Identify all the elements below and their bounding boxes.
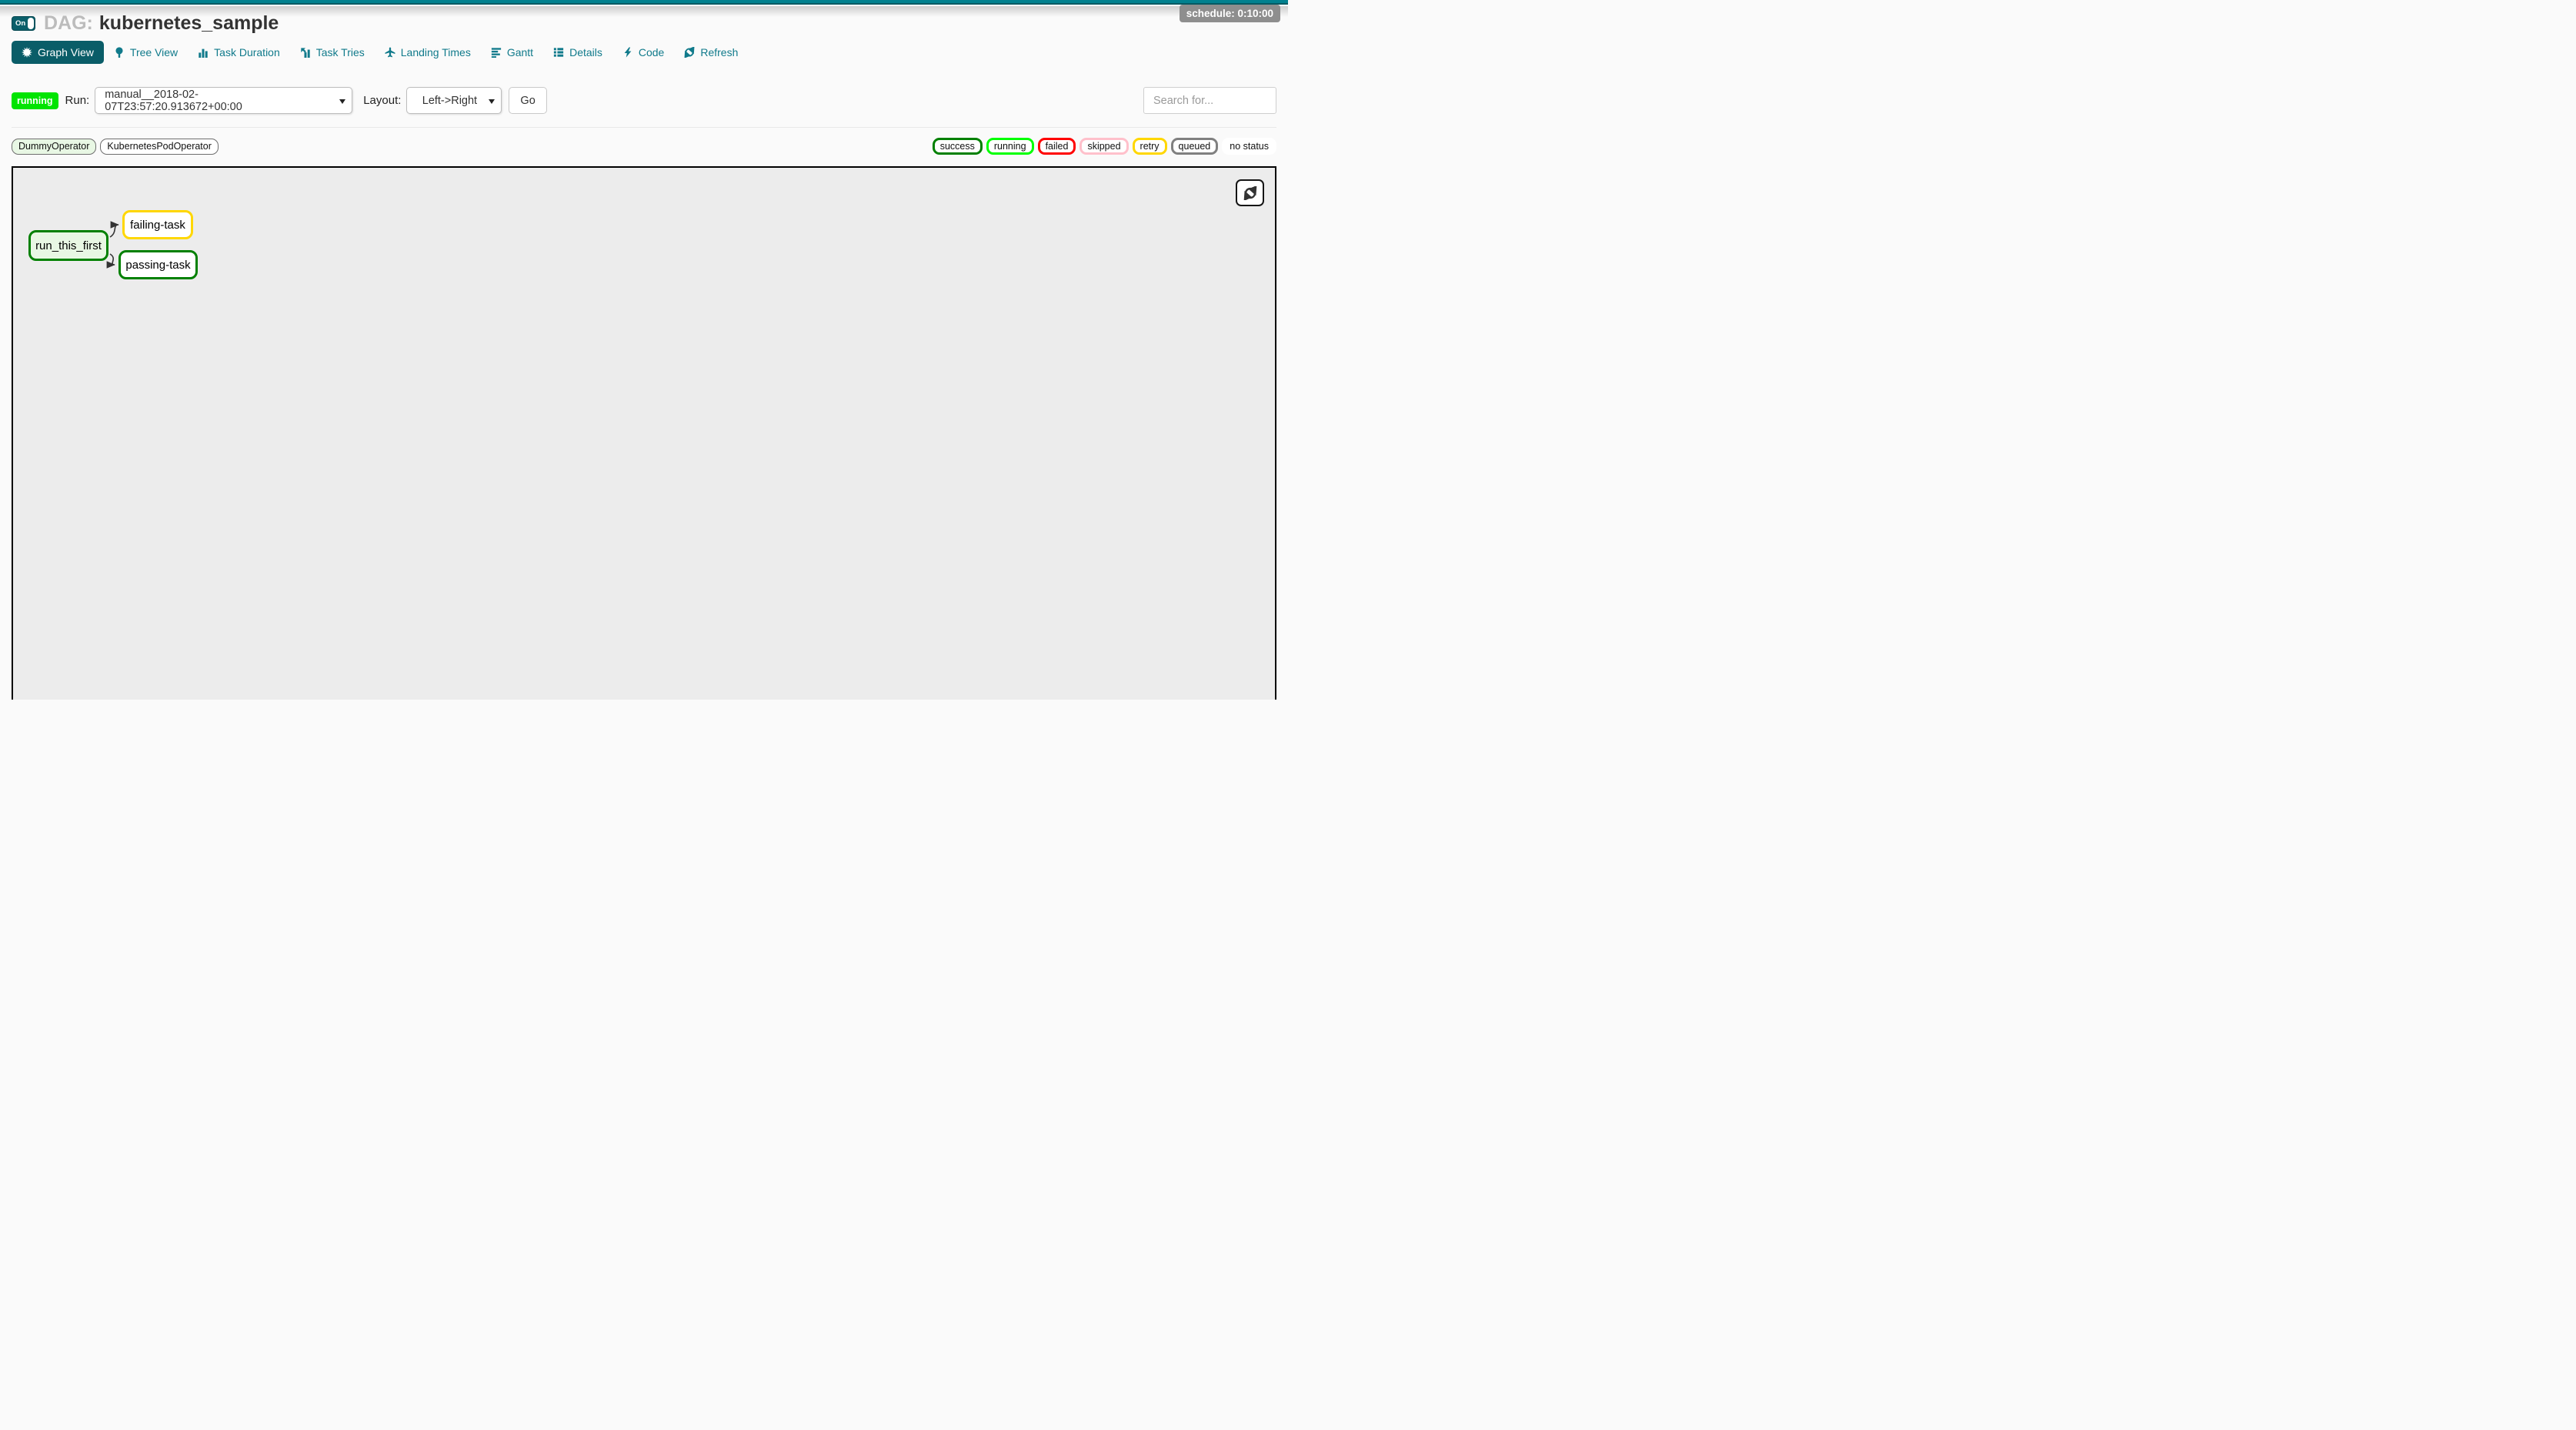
tab-label: Graph View: [38, 47, 94, 58]
tab-gantt[interactable]: Gantt: [481, 41, 543, 64]
graph-refresh-button[interactable]: [1236, 179, 1264, 206]
graph-view-icon: [22, 47, 32, 58]
dag-on-toggle[interactable]: On: [12, 16, 35, 31]
tab-label: Code: [639, 47, 664, 58]
layout-select[interactable]: Left->Right: [406, 87, 502, 114]
tab-label: Task Duration: [214, 47, 280, 58]
chevron-down-icon: [339, 99, 345, 104]
state-pill-failed: failed: [1038, 138, 1076, 155]
go-button[interactable]: Go: [509, 87, 546, 114]
operator-pill-kubernetespodoperator: KubernetesPodOperator: [100, 139, 219, 155]
state-pill-running: running: [986, 138, 1034, 155]
graph-canvas: run_this_first failing-task passing-task: [12, 166, 1276, 700]
chevron-down-icon: [489, 99, 495, 104]
tab-tree-view[interactable]: Tree View: [104, 41, 188, 64]
legend-row: DummyOperatorKubernetesPodOperator succe…: [12, 138, 1276, 155]
state-pill-success: success: [933, 138, 983, 155]
tab-landing-times[interactable]: Landing Times: [375, 41, 481, 64]
tree-icon: [114, 47, 125, 58]
run-select-value: manual__2018-02-07T23:57:20.913672+00:00: [105, 89, 333, 113]
run-label: Run:: [65, 94, 90, 107]
tab-code[interactable]: Code: [612, 41, 674, 64]
edge-run_this_first-to-passing-task: [110, 254, 115, 265]
tab-task-tries[interactable]: Task Tries: [290, 41, 375, 64]
controls-row: running Run: manual__2018-02-07T23:57:20…: [12, 87, 1276, 114]
search-input[interactable]: [1143, 87, 1276, 114]
layout-select-value: Left->Right: [422, 95, 477, 107]
tab-label: Gantt: [507, 47, 533, 58]
graph-edges: [13, 168, 1276, 700]
state-pill-queued: queued: [1171, 138, 1219, 155]
tab-label: Task Tries: [316, 47, 365, 58]
run-status-badge: running: [12, 92, 58, 109]
divider: [12, 127, 1276, 128]
state-legend: successrunningfailedskipped retryqueuedno…: [933, 138, 1276, 155]
topbar-shadow: [0, 6, 1288, 17]
node-passing-task[interactable]: passing-task: [118, 250, 198, 279]
run-select[interactable]: manual__2018-02-07T23:57:20.913672+00:00: [95, 87, 352, 114]
node-run_this_first[interactable]: run_this_first: [28, 230, 108, 261]
tab-label: Tree View: [130, 47, 178, 58]
tries-chart-icon: [300, 47, 311, 58]
state-pill-skipped: skipped: [1079, 138, 1128, 155]
tab-graph-view[interactable]: Graph View: [12, 41, 104, 64]
plane-icon: [385, 47, 395, 58]
tab-label: Refresh: [700, 47, 738, 58]
operator-legend: DummyOperatorKubernetesPodOperator: [12, 139, 219, 155]
state-pill-retry: retry: [1133, 138, 1167, 155]
operator-pill-dummyoperator: DummyOperator: [12, 139, 96, 155]
tab-task-duration[interactable]: Task Duration: [188, 41, 290, 64]
refresh-icon: [684, 47, 695, 58]
tab-label: Details: [569, 47, 602, 58]
layout-label: Layout:: [363, 94, 401, 107]
list-icon: [553, 47, 564, 58]
bolt-icon: [622, 47, 633, 58]
toggle-knob: [28, 18, 34, 29]
schedule-badge: schedule: 0:10:00: [1180, 5, 1280, 22]
page: On DAG:kubernetes_sample Graph ViewTree …: [0, 0, 1288, 700]
tab-label: Landing Times: [401, 47, 471, 58]
refresh-icon: [1243, 186, 1257, 200]
toggle-on-label: On: [12, 19, 28, 28]
gantt-icon: [491, 47, 502, 58]
edge-run_this_first-to-failing-task: [110, 225, 118, 237]
node-failing-task[interactable]: failing-task: [122, 210, 193, 239]
state-pill-no-status: no status: [1222, 138, 1276, 155]
tab-details[interactable]: Details: [543, 41, 612, 64]
bar-chart-icon: [198, 47, 209, 58]
top-accent-bar: [0, 0, 1288, 5]
tab-refresh[interactable]: Refresh: [674, 41, 748, 64]
nav-tabs: Graph View Tree View Task Duration Task Tri…: [12, 41, 1276, 64]
